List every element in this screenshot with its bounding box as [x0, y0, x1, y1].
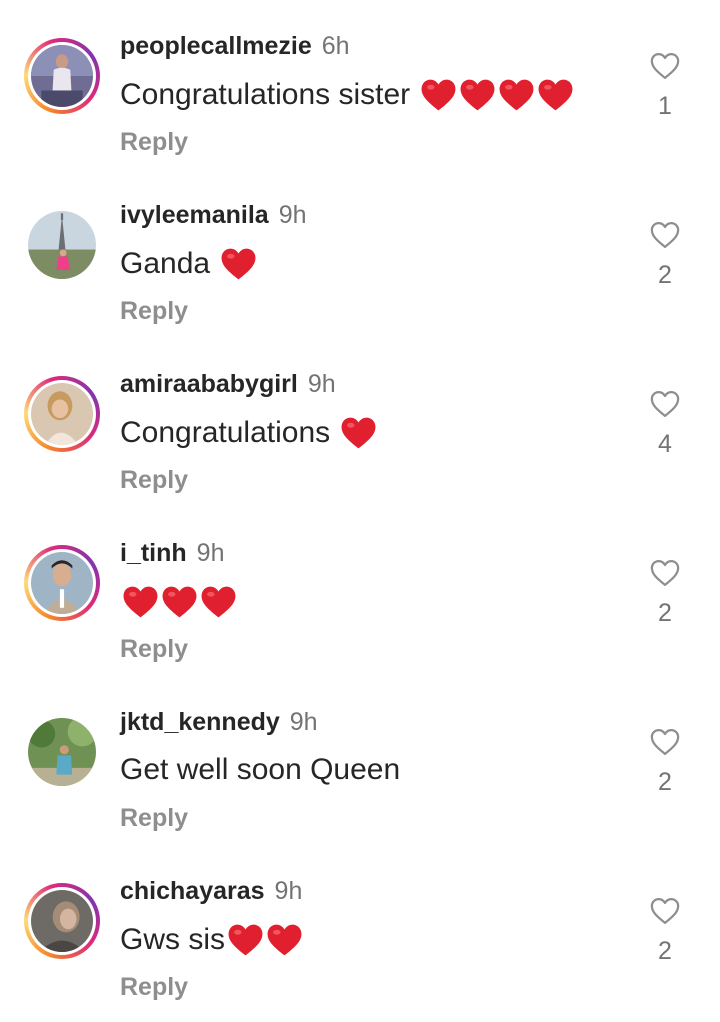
red-heart-emoji-icon	[220, 247, 257, 281]
red-heart-emoji-icon	[340, 416, 377, 450]
timestamp: 9h	[307, 370, 336, 398]
like-column: 2	[645, 728, 685, 797]
username[interactable]: amiraababygirl	[120, 370, 298, 398]
red-heart-emoji-icon	[227, 923, 264, 957]
comment-item: chichayaras 9h Gws sis Reply 2	[0, 845, 720, 1014]
comment-text: Ganda	[120, 246, 257, 281]
like-count: 2	[658, 937, 672, 965]
heart-emoji-group	[418, 77, 574, 112]
comment-item: ivyleemanila 9h Ganda Reply 2	[0, 169, 720, 338]
like-count: 2	[658, 261, 672, 289]
comment-meta: jktd_kennedy 9h	[120, 708, 318, 737]
like-column: 4	[645, 390, 685, 459]
comment-body: Ganda	[120, 246, 211, 280]
red-heart-emoji-icon	[122, 585, 159, 619]
comment-body: Gws sis	[120, 922, 225, 956]
reply-button[interactable]: Reply	[120, 635, 188, 664]
reply-button[interactable]: Reply	[120, 804, 188, 833]
like-column: 2	[645, 221, 685, 290]
reply-button[interactable]: Reply	[120, 297, 188, 326]
avatar[interactable]	[24, 545, 100, 621]
comment-meta: peoplecallmezie 6h	[120, 32, 350, 61]
avatar[interactable]	[24, 38, 100, 114]
red-heart-emoji-icon	[161, 585, 198, 619]
comment-text: Gws sis	[120, 922, 303, 957]
comment-body: Congratulations sister	[120, 77, 411, 111]
comment-item: i_tinh 9h Reply 2	[0, 507, 720, 676]
username[interactable]: ivyleemanila	[120, 201, 269, 229]
red-heart-emoji-icon	[498, 78, 535, 112]
red-heart-emoji-icon	[537, 78, 574, 112]
comment-item: jktd_kennedy 9h Get well soon Queen Reply…	[0, 676, 720, 845]
heart-outline-icon[interactable]	[650, 52, 680, 80]
like-column: 2	[645, 897, 685, 966]
avatar[interactable]	[24, 883, 100, 959]
reply-button[interactable]: Reply	[120, 973, 188, 1002]
timestamp: 9h	[196, 539, 225, 567]
red-heart-emoji-icon	[266, 923, 303, 957]
comments-list: peoplecallmezie 6h Congratulations sister…	[0, 0, 720, 1022]
avatar-photo-icon	[28, 718, 96, 786]
like-count: 2	[658, 768, 672, 796]
username[interactable]: peoplecallmezie	[120, 32, 312, 60]
avatar[interactable]	[24, 207, 100, 283]
comment-text: Congratulations	[120, 415, 377, 450]
timestamp: 9h	[278, 201, 307, 229]
avatar[interactable]	[24, 714, 100, 790]
heart-outline-icon[interactable]	[650, 390, 680, 418]
username[interactable]: i_tinh	[120, 539, 187, 567]
comment-text: Congratulations sister	[120, 77, 574, 112]
red-heart-emoji-icon	[459, 78, 496, 112]
heart-outline-icon[interactable]	[650, 728, 680, 756]
timestamp: 6h	[321, 32, 350, 60]
comment-meta: amiraababygirl 9h	[120, 370, 336, 399]
heart-outline-icon[interactable]	[650, 221, 680, 249]
red-heart-emoji-icon	[200, 585, 237, 619]
like-column: 1	[645, 52, 685, 121]
heart-emoji-group	[338, 415, 377, 450]
avatar-photo-icon	[31, 383, 93, 445]
comment-item: amiraababygirl 9h Congratulations Reply 4	[0, 338, 720, 507]
comment-body: Get well soon Queen	[120, 753, 401, 786]
timestamp: 9h	[274, 877, 303, 905]
avatar-photo-icon	[31, 45, 93, 107]
heart-emoji-group	[120, 584, 237, 619]
comment-item: peoplecallmezie 6h Congratulations sister…	[0, 0, 720, 169]
avatar[interactable]	[24, 376, 100, 452]
comment-text	[120, 584, 237, 619]
like-count: 2	[658, 599, 672, 627]
comment-text: Get well soon Queen	[120, 753, 408, 787]
like-count: 4	[658, 430, 672, 458]
reply-button[interactable]: Reply	[120, 128, 188, 157]
heart-outline-icon[interactable]	[650, 897, 680, 925]
heart-emoji-group	[225, 922, 303, 957]
red-heart-emoji-icon	[420, 78, 457, 112]
heart-emoji-group	[218, 246, 257, 281]
like-count: 1	[658, 92, 672, 120]
comment-body: Congratulations	[120, 415, 331, 449]
avatar-photo-icon	[31, 552, 93, 614]
timestamp: 9h	[289, 708, 318, 736]
avatar-photo-icon	[31, 890, 93, 952]
avatar-photo-icon	[28, 211, 96, 279]
comment-meta: ivyleemanila 9h	[120, 201, 307, 230]
heart-outline-icon[interactable]	[650, 559, 680, 587]
username[interactable]: chichayaras	[120, 877, 265, 905]
reply-button[interactable]: Reply	[120, 466, 188, 495]
comment-meta: chichayaras 9h	[120, 877, 302, 906]
like-column: 2	[645, 559, 685, 628]
username[interactable]: jktd_kennedy	[120, 708, 280, 736]
comment-meta: i_tinh 9h	[120, 539, 224, 568]
